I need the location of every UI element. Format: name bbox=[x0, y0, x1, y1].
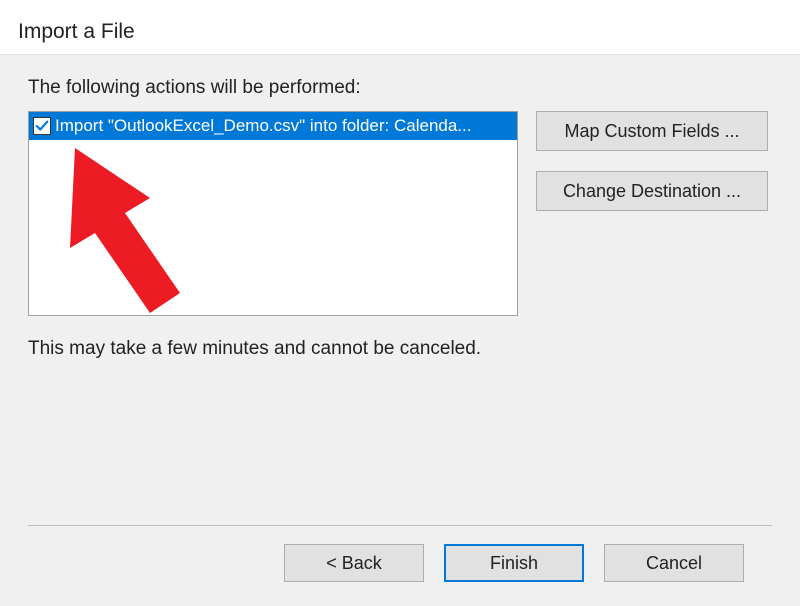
note-text: This may take a few minutes and cannot b… bbox=[28, 338, 772, 360]
instruction-text: The following actions will be performed: bbox=[28, 77, 772, 99]
back-button[interactable]: < Back bbox=[284, 544, 424, 582]
import-wizard-window: Import a File The following actions will… bbox=[0, 0, 800, 606]
window-title: Import a File bbox=[0, 0, 800, 54]
footer-buttons: < Back Finish Cancel bbox=[28, 525, 772, 606]
change-destination-button[interactable]: Change Destination ... bbox=[536, 171, 768, 211]
annotation-arrow-icon bbox=[65, 138, 205, 316]
cancel-button[interactable]: Cancel bbox=[604, 544, 744, 582]
main-row: Import "OutlookExcel_Demo.csv" into fold… bbox=[28, 111, 772, 316]
finish-button[interactable]: Finish bbox=[444, 544, 584, 582]
checkbox-icon[interactable] bbox=[33, 117, 51, 135]
action-item-import[interactable]: Import "OutlookExcel_Demo.csv" into fold… bbox=[29, 112, 517, 140]
actions-list[interactable]: Import "OutlookExcel_Demo.csv" into fold… bbox=[28, 111, 518, 316]
action-item-label: Import "OutlookExcel_Demo.csv" into fold… bbox=[55, 116, 471, 136]
map-custom-fields-button[interactable]: Map Custom Fields ... bbox=[536, 111, 768, 151]
side-buttons: Map Custom Fields ... Change Destination… bbox=[536, 111, 768, 211]
content-area: The following actions will be performed:… bbox=[0, 54, 800, 606]
